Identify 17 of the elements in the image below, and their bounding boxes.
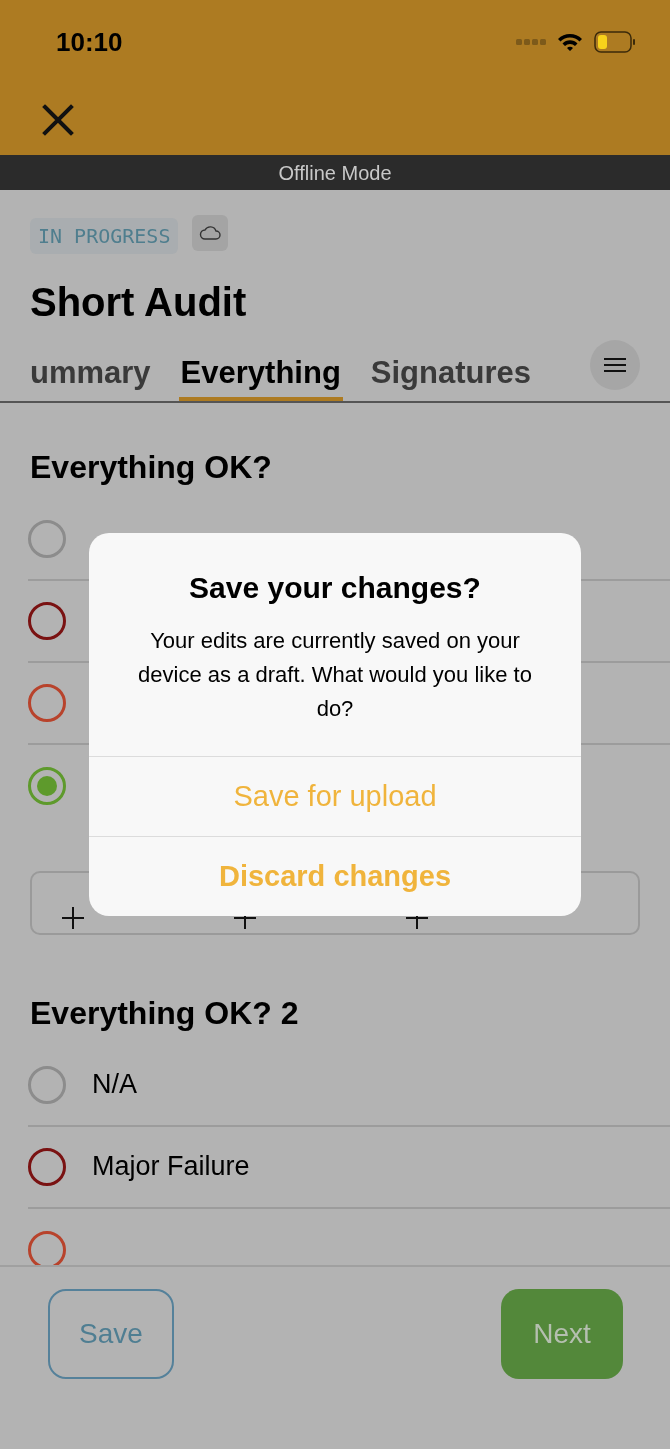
save-button[interactable]: Save <box>48 1289 174 1379</box>
status-badge: IN PROGRESS <box>30 218 179 254</box>
question-title: Everything OK? <box>29 450 273 483</box>
option-label: N/A <box>92 1068 137 1102</box>
offline-banner: Offline Mode <box>0 155 670 190</box>
tab[interactable]: Everything <box>178 346 343 401</box>
dialog-action[interactable]: Discard changes <box>89 836 581 916</box>
option-label: Major Failure <box>92 1150 250 1184</box>
dialog-title: Save your changes? <box>189 570 481 606</box>
dialog-message: Your edits are currently saved on your device as a draft. What would you like to do? <box>137 627 533 723</box>
status-time: 10:10 <box>56 25 123 59</box>
next-button[interactable]: Next <box>501 1289 623 1379</box>
page-title: Short Audit <box>29 282 248 322</box>
question-title: Everything OK? 2 <box>29 996 300 1029</box>
tab[interactable]: Signatures <box>368 346 534 401</box>
dialog-action[interactable]: Save for upload <box>89 756 581 836</box>
tab[interactable]: ummary <box>28 346 153 401</box>
